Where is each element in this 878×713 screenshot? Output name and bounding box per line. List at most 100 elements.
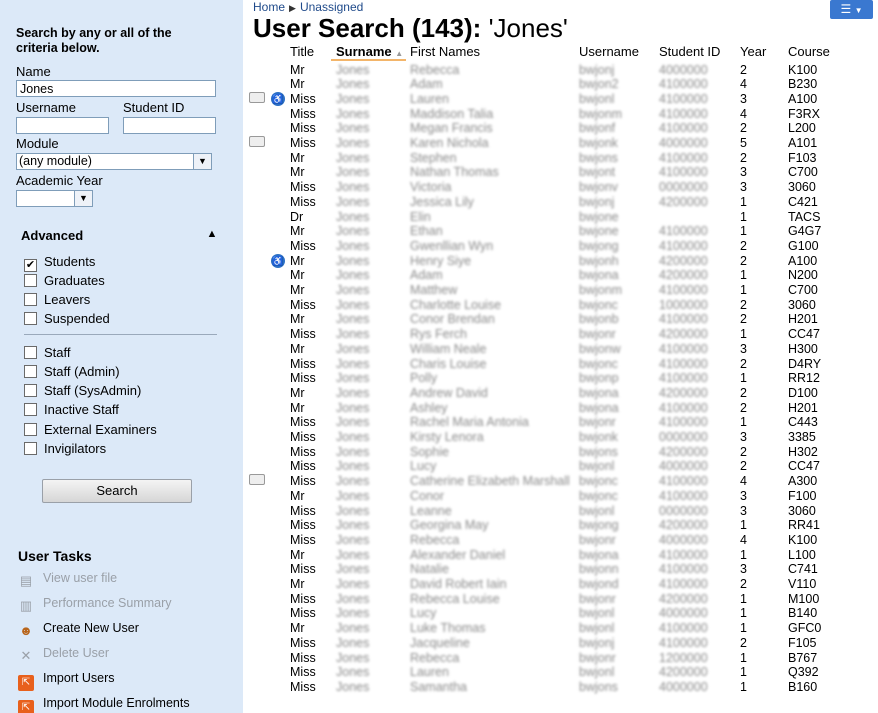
option-leavers[interactable]: Leavers [24,292,90,307]
cell-first: Rys Ferch [410,327,467,342]
table-row[interactable]: Miss Jones Lucy bwjonl 4000000 2 CC47 [243,459,878,474]
cell-title: Mr [290,165,305,180]
task-label: Delete User [43,646,109,660]
option-staff-admin[interactable]: Staff (Admin) [24,364,120,379]
table-row[interactable]: Mr Jones David Robert Iain bwjond 4100000 2 V1… [243,577,878,592]
table-row[interactable]: Mr Jones Matthew bwjonm 4100000 1 C700 [243,283,878,298]
table-row[interactable]: Mr Jones Conor bwjonc 4100000 3 F100 [243,489,878,504]
table-row[interactable]: Miss Jones Natalie bwjonn 4100000 3 C741 [243,562,878,577]
table-row[interactable]: Mr Jones Ethan bwjone 4100000 1 G4G7 [243,224,878,239]
option-suspended[interactable]: Suspended [24,311,110,326]
search-button[interactable]: Search [42,479,192,503]
table-row[interactable]: Miss Jones Maddison Talia bwjonm 4100000 4 F3R… [243,107,878,122]
option-inactive-staff[interactable]: Inactive Staff [24,402,119,417]
table-row[interactable]: Miss Jones Charis Louise bwjonc 4100000 2 D4RY [243,357,878,372]
table-row[interactable]: Mr Jones William Neale bwjonw 4100000 3 H300 [243,342,878,357]
column-header-surname[interactable]: Surname ▲ [336,44,403,59]
column-header-first-names[interactable]: First Names [410,44,480,59]
table-row[interactable]: Miss Jones Samantha bwjons 4000000 1 B160 [243,680,878,695]
collapse-chevron-icon[interactable]: ▲ [205,228,219,240]
checkbox[interactable] [24,403,37,416]
breadcrumb-unassigned[interactable]: Unassigned [300,0,363,14]
table-row[interactable]: Miss Jones Polly bwjonp 4100000 1 RR12 [243,371,878,386]
student-id-input[interactable] [123,117,216,134]
menu-button[interactable]: ☰ ▼ [830,0,873,19]
option-staff[interactable]: Staff [24,345,71,360]
camera-icon[interactable] [249,136,265,147]
table-row[interactable]: Miss Jones Rebecca bwjonr 1200000 1 B767 [243,651,878,666]
table-row[interactable]: ♿ Mr Jones Henry Siye bwjonh 4200000 2 A100 [243,253,878,269]
table-row[interactable]: Miss Jones Rys Ferch bwjonr 4200000 1 CC47 [243,327,878,342]
column-header-course[interactable]: Course [788,44,830,59]
module-select[interactable]: (any module) ▼ [16,153,212,170]
checkbox[interactable] [24,293,37,306]
table-row[interactable]: Miss Jones Rebecca bwjonr 4000000 4 K100 [243,533,878,548]
option-external-examiners[interactable]: External Examiners [24,422,157,437]
checkbox[interactable] [24,274,37,287]
task-create-new-user[interactable]: ☻ Create New User [18,620,139,639]
table-row[interactable]: Miss Jones Sophie bwjons 4200000 2 H302 [243,445,878,460]
username-input[interactable] [16,117,109,134]
table-row[interactable]: ♿ Miss Jones Lauren bwjonl 4100000 3 A100 [243,91,878,107]
import-icon: ⇱ [18,675,34,691]
table-row[interactable]: Dr Jones Elin bwjone 1 TACS [243,210,878,225]
academic-year-select[interactable]: ▼ [16,190,93,207]
breadcrumb: Home ▶ Unassigned [253,0,363,14]
table-row[interactable]: Miss Jones Rachel Maria Antonia bwjonr 41000… [243,415,878,430]
table-row[interactable]: Miss Jones Leanne bwjonl 0000000 3 3060 [243,504,878,519]
table-row[interactable]: Miss Jones Rebecca Louise bwjonr 4200000 1 M10… [243,592,878,607]
column-header-title[interactable]: Title [290,44,314,59]
table-row[interactable]: Miss Jones Georgina May bwjong 4200000 1 RR41 [243,518,878,533]
table-row[interactable]: Miss Jones Gwenllian Wyn bwjong 4100000 2 G100 [243,239,878,254]
table-row[interactable]: Mr Jones Andrew David bwjona 4200000 2 D100 [243,386,878,401]
table-row[interactable]: Miss Jones Catherine Elizabeth Marshall bwj… [243,474,878,489]
checkbox[interactable] [24,423,37,436]
table-row[interactable]: Mr Jones Stephen bwjons 4100000 2 F103 [243,151,878,166]
table-row[interactable]: Miss Jones Charlotte Louise bwjonc 1000000 2 3… [243,298,878,313]
table-row[interactable]: Mr Jones Ashley bwjona 4100000 2 H201 [243,401,878,416]
table-row[interactable]: Mr Jones Alexander Daniel bwjona 4100000 1 L10… [243,548,878,563]
name-input[interactable] [16,80,216,97]
accessibility-icon[interactable]: ♿ [271,253,285,268]
cell-user: bwjonm [579,106,623,121]
column-header-student-id[interactable]: Student ID [659,44,720,59]
table-row[interactable]: Mr Jones Rebecca bwjonj 4000000 2 K100 [243,63,878,78]
table-row[interactable]: Mr Jones Nathan Thomas bwjont 4100000 3 C700 [243,165,878,180]
option-graduates[interactable]: Graduates [24,273,105,288]
option-students[interactable]: ✔ Students [24,254,95,272]
option-invigilators[interactable]: Invigilators [24,441,106,456]
cell-course: B140 [788,606,818,621]
checkbox[interactable] [24,312,37,325]
breadcrumb-home[interactable]: Home [253,0,285,14]
camera-icon[interactable] [249,91,265,103]
task-import-module-enrolments[interactable]: ⇱ Import Module Enrolments [18,695,190,713]
table-row[interactable]: Miss Jones Megan Francis bwjonf 4100000 2 L200 [243,121,878,136]
cell-title: Miss [290,371,316,386]
option-staff-sysadmin[interactable]: Staff (SysAdmin) [24,383,141,398]
task-import-users[interactable]: ⇱ Import Users [18,670,115,691]
checkbox[interactable] [24,346,37,359]
checkbox[interactable] [24,442,37,455]
table-row[interactable]: Mr Jones Conor Brendan bwjonb 4100000 2 H201 [243,312,878,327]
cell-year: 4 [740,106,747,121]
table-row[interactable]: Miss Jones Jessica Lily bwjonj 4200000 1 C421 [243,195,878,210]
cell-title: Mr [290,577,305,591]
table-row[interactable]: Mr Jones Adam bwjon2 4100000 4 B230 [243,77,878,92]
checkbox-checked[interactable]: ✔ [24,259,37,272]
table-row[interactable]: Miss Jones Lauren bwjonl 4200000 1 Q392 [243,665,878,680]
table-row[interactable]: Miss Jones Kirsty Lenora bwjonk 0000000 3 3385 [243,430,878,445]
checkbox[interactable] [24,365,37,378]
column-header-username[interactable]: Username [579,44,639,59]
table-row[interactable]: Mr Jones Adam bwjona 4200000 1 N200 [243,268,878,283]
table-row[interactable]: Miss Jones Lucy bwjonl 4000000 1 B140 [243,606,878,621]
checkbox[interactable] [24,384,37,397]
table-row[interactable]: Miss Jones Karen Nichola bwjonk 4000000 5 A101 [243,136,878,151]
column-header-year[interactable]: Year [740,44,766,59]
accessibility-icon[interactable]: ♿ [271,91,285,106]
cell-year: 1 [740,371,747,386]
table-row[interactable]: Miss Jones Victoria bwjonv 0000000 3 3060 [243,180,878,195]
table-row[interactable]: Miss Jones Jacqueline bwjonj 4100000 2 F105 [243,636,878,651]
table-row[interactable]: Mr Jones Luke Thomas bwjonl 4100000 1 GFC0 [243,621,878,636]
cell-title: Mr [290,283,305,297]
camera-icon[interactable] [249,474,265,486]
